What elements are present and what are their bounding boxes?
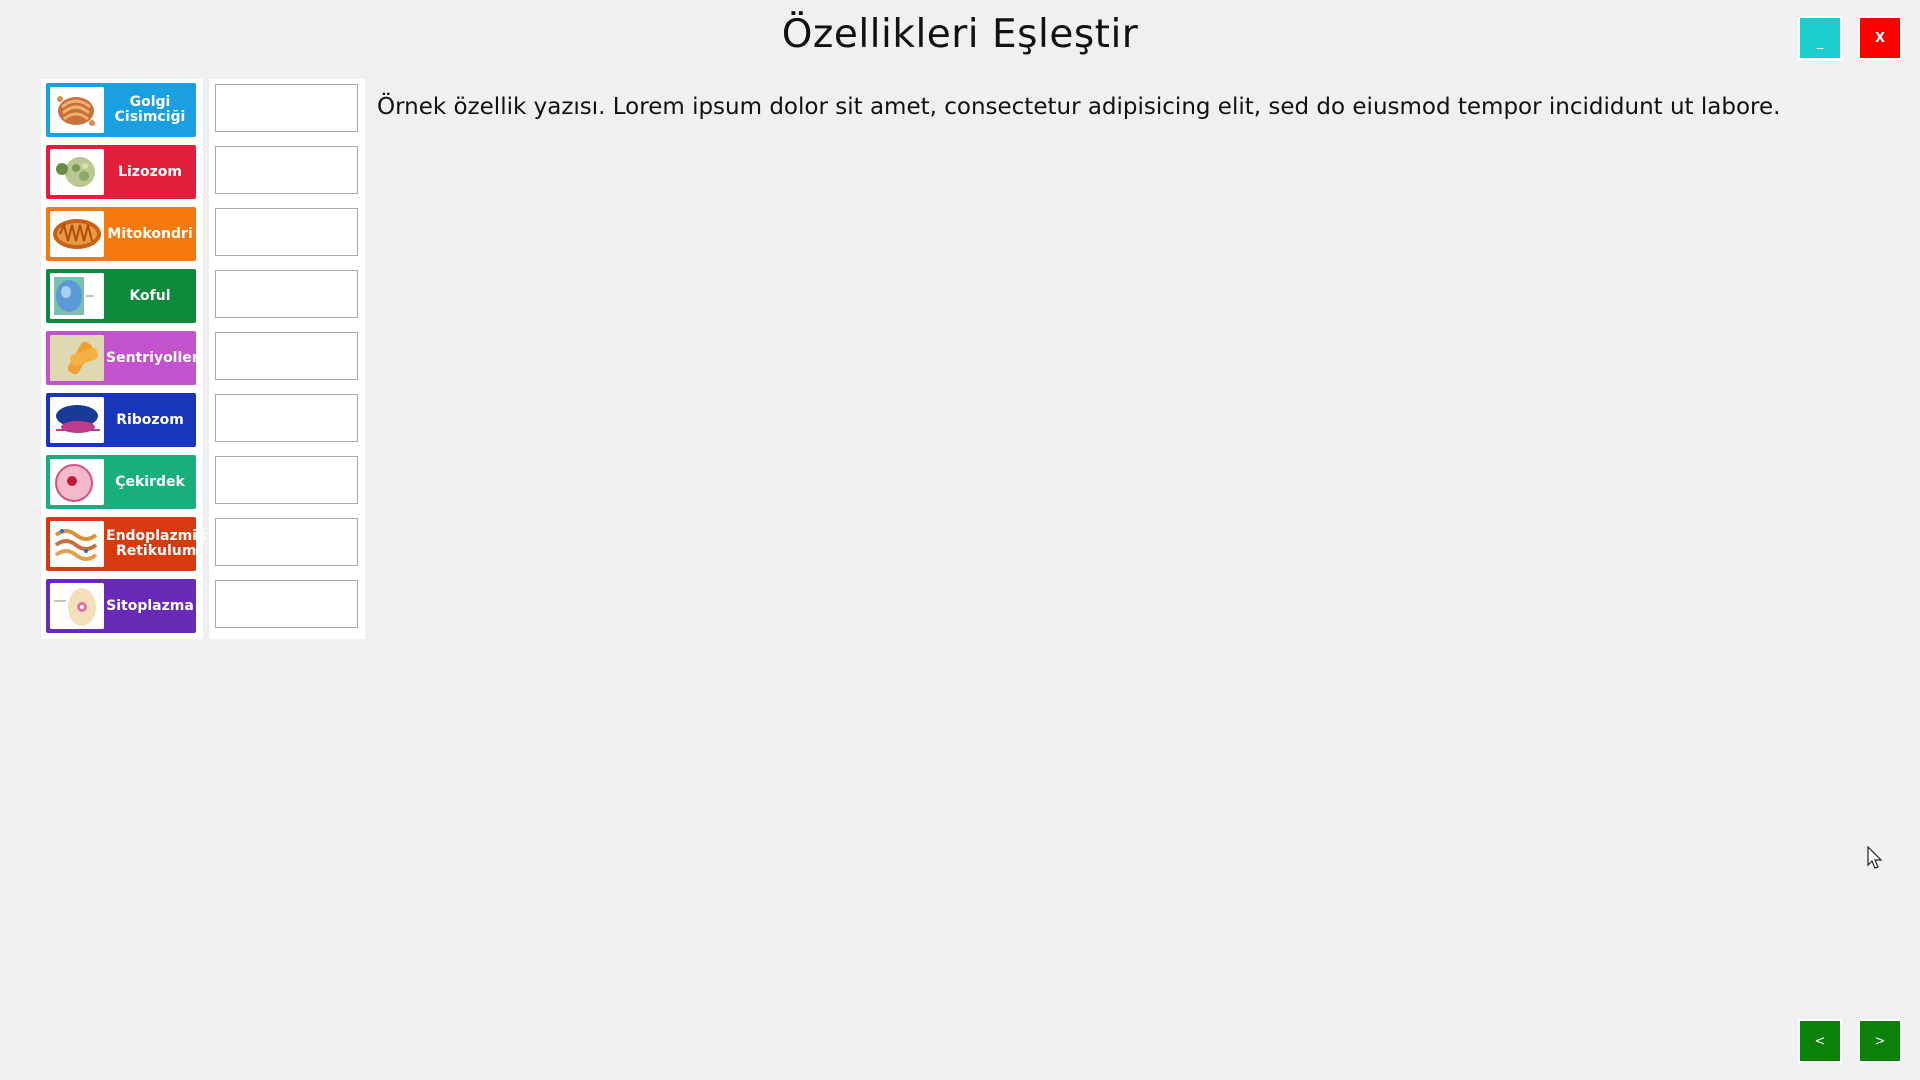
property-description: Örnek özellik yazısı. Lorem ipsum dolor …	[377, 94, 1781, 120]
card-lizozom[interactable]: Lizozom	[46, 145, 196, 199]
minimize-button[interactable]: _	[1798, 16, 1842, 60]
answer-slot-5[interactable]	[215, 332, 358, 380]
card-label: Ribozom	[116, 411, 184, 428]
next-label: >	[1874, 1033, 1886, 1049]
answer-slots-panel	[209, 79, 365, 639]
card-label: Sentriyoller	[106, 349, 199, 366]
vacuole-icon	[50, 273, 104, 319]
card-label: Çekirdek	[115, 473, 185, 490]
card-label: Golgi Cisimciği	[114, 94, 186, 125]
previous-label: <	[1814, 1033, 1826, 1049]
card-mitokondri[interactable]: Mitokondri	[46, 207, 196, 261]
answer-slot-2[interactable]	[215, 146, 358, 194]
answer-slot-3[interactable]	[215, 208, 358, 256]
mouse-cursor-icon	[1867, 845, 1883, 870]
answer-slot-8[interactable]	[215, 518, 358, 566]
answer-slot-7[interactable]	[215, 456, 358, 504]
answer-slot-6[interactable]	[215, 394, 358, 442]
organelle-cards-panel: Golgi Cisimciği Lizozom Mitokondri Koful…	[41, 79, 206, 639]
mitochondria-icon	[50, 211, 104, 257]
answer-slot-9[interactable]	[215, 580, 358, 628]
golgi-icon	[50, 87, 104, 133]
answer-slot-4[interactable]	[215, 270, 358, 318]
centriole-icon	[50, 335, 104, 381]
previous-button[interactable]: <	[1798, 1019, 1842, 1063]
answer-slot-1[interactable]	[215, 84, 358, 132]
cytoplasm-icon	[50, 583, 104, 629]
endoplasmic-reticulum-icon	[50, 521, 104, 567]
card-cekirdek[interactable]: Çekirdek	[46, 455, 196, 509]
next-button[interactable]: >	[1858, 1019, 1902, 1063]
card-koful[interactable]: Koful	[46, 269, 196, 323]
lysosome-icon	[50, 149, 104, 195]
close-button[interactable]: X	[1858, 16, 1902, 60]
card-endoplazmik-retikulum[interactable]: Endoplazmik Retikulum	[46, 517, 206, 571]
card-label: Endoplazmik Retikulum	[106, 528, 207, 559]
ribosome-icon	[50, 397, 104, 443]
close-label: X	[1874, 30, 1886, 46]
nucleus-icon	[50, 459, 104, 505]
card-label: Koful	[129, 287, 171, 304]
card-label: Sitoplazma	[106, 597, 194, 614]
minimize-label: _	[1816, 34, 1824, 50]
card-ribozom[interactable]: Ribozom	[46, 393, 196, 447]
matching-activity-page: Özellikleri Eşleştir _ X Golgi Cisimciği	[0, 0, 1920, 1080]
card-sentriyoller[interactable]: Sentriyoller	[46, 331, 199, 385]
page-title: Özellikleri Eşleştir	[781, 12, 1139, 57]
card-label: Lizozom	[118, 163, 182, 180]
card-sitoplazma[interactable]: Sitoplazma	[46, 579, 196, 633]
card-label: Mitokondri	[107, 225, 193, 242]
card-golgi[interactable]: Golgi Cisimciği	[46, 83, 196, 137]
